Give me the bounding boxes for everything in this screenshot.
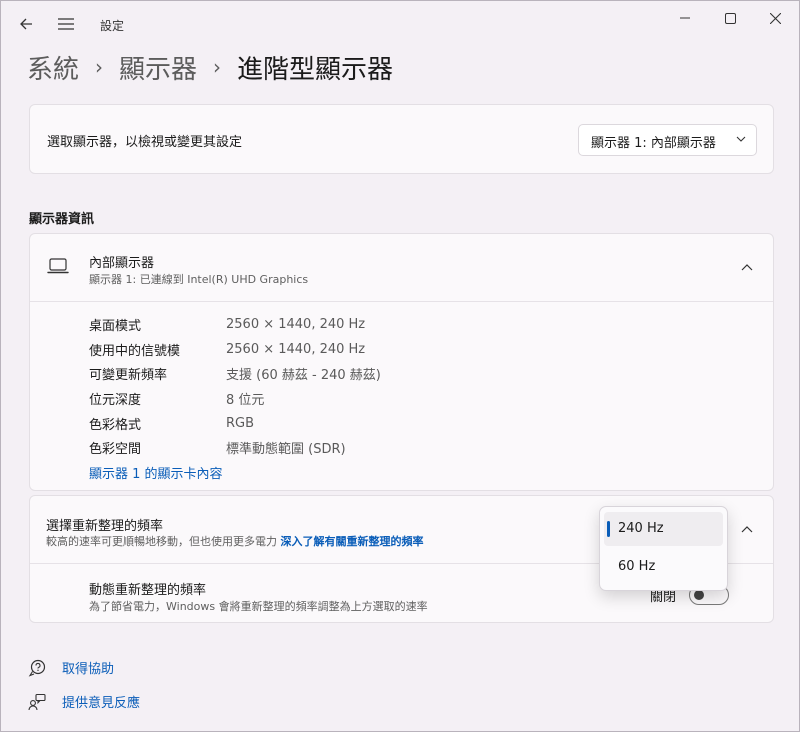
get-help-link[interactable]: 取得協助 — [28, 658, 114, 677]
menu-button[interactable] — [51, 9, 81, 39]
feedback-icon — [28, 693, 46, 711]
breadcrumb-system[interactable]: 系統 — [27, 49, 79, 86]
info-row-color-format: 色彩格式 RGB — [89, 411, 381, 436]
maximize-button[interactable] — [707, 5, 753, 31]
breadcrumb-separator: › — [213, 55, 222, 79]
info-row-active-signal: 使用中的信號模 2560 × 1440, 240 Hz — [89, 337, 381, 362]
back-arrow-icon — [20, 18, 32, 30]
minimize-button[interactable] — [662, 5, 708, 31]
display-dropdown[interactable]: 顯示器 1: 內部顯示器 — [578, 124, 757, 156]
refresh-rate-flyout: 240 Hz 60 Hz — [599, 506, 728, 591]
info-value: RGB — [226, 415, 255, 431]
close-icon — [769, 12, 781, 24]
info-key: 色彩格式 — [89, 417, 142, 433]
info-value: 標準動態範圍 (SDR) — [226, 442, 346, 458]
chevron-up-icon[interactable] — [741, 262, 753, 274]
display-dropdown-value: 顯示器 1: 內部顯示器 — [591, 136, 716, 151]
info-row-desktop-mode: 桌面模式 2560 × 1440, 240 Hz — [89, 312, 381, 337]
help-icon — [28, 659, 46, 677]
display-info-header[interactable]: 內部顯示器 顯示器 1: 已連線到 Intel(R) UHD Graphics — [30, 234, 773, 302]
display-connection: 顯示器 1: 已連線到 Intel(R) UHD Graphics — [89, 273, 309, 286]
feedback-label: 提供意見反應 — [62, 696, 141, 711]
get-help-label: 取得協助 — [62, 662, 115, 677]
maximize-icon — [724, 12, 736, 24]
close-button[interactable] — [752, 5, 798, 31]
info-value: 2560 × 1440, 240 Hz — [226, 341, 366, 357]
info-row-color-space: 色彩空間 標準動態範圍 (SDR) — [89, 435, 381, 460]
section-title-display-info: 顯示器資訊 — [29, 212, 95, 227]
info-row-variable-refresh: 可變更新頻率 支援 (60 赫茲 - 240 赫茲) — [89, 361, 381, 386]
breadcrumb-separator: › — [95, 55, 104, 79]
laptop-icon — [47, 258, 69, 274]
info-row-bit-depth: 位元深度 8 位元 — [89, 386, 381, 411]
breadcrumb-display[interactable]: 顯示器 — [119, 49, 197, 86]
info-key: 使用中的信號模 — [89, 343, 181, 359]
breadcrumb: 系統 › 顯示器 › 進階型顯示器 — [27, 47, 393, 87]
refresh-option-60[interactable]: 60 Hz — [604, 550, 723, 584]
refresh-option-240[interactable]: 240 Hz — [604, 512, 723, 546]
display-name: 內部顯示器 — [89, 256, 155, 271]
refresh-rate-description: 較高的速率可更順暢地移動，但也使用更多電力 深入了解有關重新整理的頻率 — [46, 533, 424, 549]
title-bar: 設定 — [1, 1, 799, 47]
adapter-properties-link[interactable]: 顯示器 1 的顯示卡內容 — [89, 463, 223, 482]
display-select-card: 選取顯示器，以檢視或變更其設定 顯示器 1: 內部顯示器 — [29, 104, 774, 174]
learn-more-link[interactable]: 深入了解有關重新整理的頻率 — [281, 535, 424, 548]
dynamic-refresh-title: 動態重新整理的頻率 — [89, 583, 207, 598]
minimize-icon — [680, 17, 690, 19]
feedback-link[interactable]: 提供意見反應 — [28, 692, 140, 711]
display-info-card: 內部顯示器 顯示器 1: 已連線到 Intel(R) UHD Graphics … — [29, 233, 774, 491]
refresh-rate-title: 選擇重新整理的頻率 — [46, 519, 164, 534]
info-key: 色彩空間 — [89, 442, 142, 458]
info-key: 位元深度 — [89, 392, 142, 408]
toggle-knob — [694, 590, 704, 600]
info-key: 可變更新頻率 — [89, 368, 168, 384]
display-select-label: 選取顯示器，以檢視或變更其設定 — [47, 135, 243, 150]
chevron-up-icon[interactable] — [741, 524, 753, 536]
info-value: 2560 × 1440, 240 Hz — [226, 316, 366, 332]
display-info-list: 桌面模式 2560 × 1440, 240 Hz 使用中的信號模 2560 × … — [89, 312, 381, 460]
hamburger-icon — [58, 18, 74, 30]
refresh-rate-desc-text: 較高的速率可更順暢地移動，但也使用更多電力 — [46, 535, 277, 548]
back-button[interactable] — [11, 9, 41, 39]
info-key: 桌面模式 — [89, 318, 142, 334]
app-title: 設定 — [100, 19, 125, 33]
dynamic-refresh-description: 為了節省電力，Windows 會將重新整理的頻率調整為上方選取的速率 — [89, 600, 428, 613]
page-title: 進階型顯示器 — [237, 54, 394, 85]
info-value: 支援 (60 赫茲 - 240 赫茲) — [226, 368, 381, 384]
info-value: 8 位元 — [226, 392, 265, 408]
chevron-down-icon — [736, 136, 746, 142]
